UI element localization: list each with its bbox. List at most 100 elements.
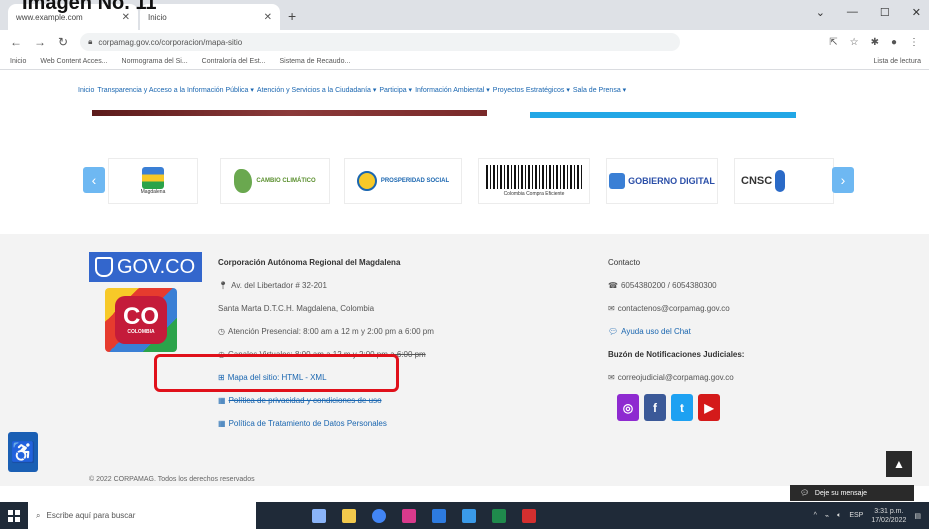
share-icon[interactable]: ⇱ (829, 37, 837, 48)
language-indicator[interactable]: ESP (849, 512, 863, 519)
chat-help-link[interactable]: 💬︎ Ayuda uso del Chat (608, 320, 744, 343)
logo-cnsc[interactable]: CNSC (734, 158, 834, 204)
taskbar-search-input[interactable]: ⌕ Escribe aquí para buscar (28, 502, 256, 529)
chat-help-text: Ayuda uso del Chat (621, 327, 691, 336)
nav-item-informacion-ambiental[interactable]: Información Ambiental ▾ (415, 86, 490, 94)
judicial-email-text: correojudicial@corpamag.gov.co (617, 373, 734, 382)
judicial-email-line[interactable]: ✉ correojudicial@corpamag.gov.co (608, 366, 744, 389)
bookmark-item[interactable]: Inicio (10, 58, 26, 65)
govco-logo[interactable]: GOV.CO (89, 252, 202, 282)
windows-logo-icon (8, 509, 20, 522)
contact-email-text: contactenos@corpamag.gov.co (617, 304, 730, 313)
profile-icon[interactable]: ● (891, 37, 897, 48)
logo-magdalena[interactable]: Magdalena (108, 158, 198, 204)
system-tray: ^ ⌁ 🔈︎ ESP 3:31 p.m. 17/02/2022 ▤ (814, 507, 929, 525)
bookmark-item[interactable]: Web Content Acces... (40, 58, 107, 65)
site-footer: GOV.CO CO COLOMBIA Corporación Autónoma … (0, 234, 929, 486)
back-icon[interactable]: ← (10, 35, 22, 49)
toolbar-actions: ⇱ ☆ ✱ ● ⋮ (829, 37, 929, 48)
start-button[interactable] (0, 502, 28, 529)
nav-item-sala-prensa[interactable]: Sala de Prensa ▾ (573, 86, 626, 94)
bookmarks-bar: Inicio Web Content Acces... Normograma d… (0, 54, 929, 70)
city-line: Santa Marta D.T.C.H. Magdalena, Colombia (218, 304, 375, 313)
nav-item-transparencia[interactable]: Transparencia y Acceso a la Información … (97, 86, 254, 94)
privacy-policy-link[interactable]: ▦ Política de privacidad y condiciones d… (218, 389, 434, 412)
contact-email-line[interactable]: ✉ contactenos@corpamag.gov.co (608, 297, 744, 320)
outlook-icon[interactable] (432, 508, 446, 523)
social-links: ◎ f t ▶ (617, 394, 720, 421)
chat-icon: 💬︎ (800, 490, 809, 497)
url-text: corpamag.gov.co/corporacion/mapa-sitio (98, 37, 243, 47)
contact-title: Contacto (608, 258, 641, 267)
menu-icon[interactable]: ⋮ (909, 37, 919, 48)
taskbar-apps (312, 508, 536, 523)
star-icon[interactable]: ☆ (850, 37, 859, 48)
seal-icon (356, 171, 377, 191)
app-icon[interactable] (402, 508, 416, 523)
data-policy-link[interactable]: ▦ Política de Tratamiento de Datos Perso… (218, 412, 434, 435)
chevron-down-icon[interactable]: ⌄ (816, 6, 825, 19)
chat-widget[interactable]: 💬︎ Deje su mensaje (790, 485, 914, 501)
chevron-up-icon[interactable]: ^ (814, 512, 817, 519)
location-pin-icon: 📍︎ (218, 281, 229, 290)
notification-icon[interactable]: ▤ (914, 512, 921, 520)
windows-taskbar: ⌕ Escribe aquí para buscar ^ ⌁ 🔈︎ ESP 3:… (0, 502, 929, 529)
logo-colombia-compra[interactable]: Colombia Compra Eficiente (478, 158, 590, 204)
youtube-icon[interactable]: ▶ (698, 394, 720, 421)
close-window-icon[interactable]: ✕ (912, 6, 921, 19)
carousel-next-button[interactable]: › (832, 167, 854, 193)
twitter-icon[interactable]: t (671, 394, 693, 421)
browser-toolbar: ← → ↻ 🔒︎ corpamag.gov.co/corporacion/map… (0, 30, 929, 54)
excel-icon[interactable] (492, 508, 506, 523)
logo-cambio-climatico[interactable]: CAMBIO CLIMÁTICO (220, 158, 330, 204)
task-view-icon[interactable] (312, 508, 326, 523)
maximize-icon[interactable]: ☐ (880, 6, 890, 19)
nav-item-inicio[interactable]: Inicio (78, 87, 94, 94)
sitemap-highlight-annotation (154, 354, 399, 392)
document-icon: ▦ (218, 396, 226, 405)
logo-label: Magdalena (140, 189, 166, 195)
partner-logo-carousel: ‹ Magdalena CAMBIO CLIMÁTICO PROSPERIDAD… (0, 150, 929, 212)
close-icon[interactable]: ✕ (264, 12, 272, 23)
reading-list-button[interactable]: Lista de lectura (874, 58, 929, 65)
minimize-icon[interactable]: — (847, 6, 858, 19)
cnsc-figure-icon (775, 170, 786, 192)
carousel-prev-button[interactable]: ‹ (83, 167, 105, 193)
accessibility-icon[interactable]: ♿ (8, 432, 38, 472)
instagram-icon[interactable]: ◎ (617, 394, 639, 421)
new-tab-button[interactable]: + (288, 8, 296, 24)
file-explorer-icon[interactable] (342, 508, 356, 523)
logo-gobierno-digital[interactable]: GOBIERNO DIGITAL (606, 158, 718, 204)
scroll-top-button[interactable]: ▲ (886, 451, 912, 477)
logo-prosperidad-social[interactable]: PROSPERIDAD SOCIAL (344, 158, 462, 204)
bookmark-item[interactable]: Contraloría del Est... (202, 58, 266, 65)
reload-icon[interactable]: ↻ (58, 35, 68, 49)
facebook-icon[interactable]: f (644, 394, 666, 421)
logo-label: PROSPERIDAD SOCIAL (380, 178, 450, 184)
address-text: Av. del Libertador # 32-201 (231, 281, 327, 290)
browser-tab-2[interactable]: Inicio ✕ (140, 4, 280, 30)
co-subtext: COLOMBIA (127, 329, 155, 335)
footer-info-column: Corporación Autónoma Regional del Magdal… (218, 251, 434, 435)
network-icon[interactable]: ⌁ (825, 512, 829, 520)
phones-text: 6054380200 / 6054380300 (620, 281, 717, 290)
lock-icon: 🔒︎ (88, 37, 93, 46)
forward-icon[interactable]: → (34, 35, 46, 49)
bookmark-item[interactable]: Sistema de Recaudo... (279, 58, 350, 65)
extensions-icon[interactable]: ✱ (871, 37, 879, 48)
address-line: 📍︎ Av. del Libertador # 32-201 (218, 274, 434, 297)
edge-icon[interactable] (462, 508, 476, 523)
nav-item-participa[interactable]: Participa ▾ (379, 86, 412, 94)
logo-label: Colombia Compra Eficiente (503, 191, 565, 197)
acrobat-icon[interactable] (522, 508, 536, 523)
co-text: CO (123, 303, 159, 330)
chrome-icon[interactable] (372, 508, 386, 523)
nav-item-proyectos[interactable]: Proyectos Estratégicos ▾ (493, 86, 570, 94)
bookmark-item[interactable]: Normograma del Si... (122, 58, 188, 65)
image-caption: Imagen No. 11 (22, 0, 157, 14)
window-controls: ⌄ — ☐ ✕ (816, 6, 921, 19)
volume-icon[interactable]: 🔈︎ (837, 512, 841, 520)
address-bar[interactable]: 🔒︎ corpamag.gov.co/corporacion/mapa-siti… (80, 33, 681, 51)
taskbar-clock[interactable]: 3:31 p.m. 17/02/2022 (871, 507, 906, 525)
nav-item-atencion[interactable]: Atención y Servicios a la Ciudadanía ▾ (257, 86, 376, 94)
